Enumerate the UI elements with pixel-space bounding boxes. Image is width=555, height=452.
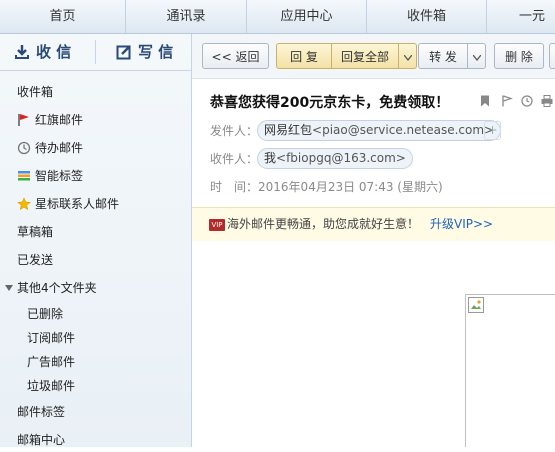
sidebar-item-mailbox-center[interactable]: 邮箱中心 (0, 428, 191, 452)
sidebar-item-mail-tags[interactable]: 邮件标签 (0, 400, 191, 424)
vip-notice-bar: VIP 海外邮件更畅通，助您成就好生意！ 升级VIP>> (192, 207, 555, 242)
recipient-address: <fbiopgq@163.com> (276, 151, 406, 165)
tab-label: 首页 (49, 9, 76, 24)
tab-label: 通讯录 (166, 9, 206, 24)
reply-all-button[interactable]: 回复全部 (331, 43, 399, 69)
to-label: 收件人： (210, 152, 259, 166)
tab-label: 收件箱 (406, 9, 446, 24)
sidebar-item-label: 待办邮件 (35, 141, 84, 155)
tab-home[interactable]: 首页 (0, 0, 126, 33)
edit-icon (116, 45, 131, 60)
sidebar-item-label: 广告邮件 (27, 355, 76, 369)
star-icon (17, 197, 31, 211)
time-label: 时 间： (210, 180, 259, 194)
chevron-down-icon (402, 54, 413, 62)
write-label: 写 信 (138, 43, 174, 61)
sidebar-item-todo[interactable]: 待办邮件 (0, 136, 191, 160)
sidebar-item-sent[interactable]: 已发送 (0, 248, 191, 272)
tags-stack-icon (18, 171, 30, 181)
email-header: 恭喜您获得200元京东卡，免费领取！ 发件人： 网易红包<piao@servic… (192, 79, 555, 207)
back-button[interactable]: << 返回 (202, 43, 269, 69)
sidebar-item-deleted[interactable]: 已删除 (0, 302, 191, 326)
write-button[interactable]: 写 信 (116, 34, 173, 70)
reply-all-label: 回复全部 (340, 50, 389, 64)
vip-badge-icon: VIP (209, 219, 225, 231)
tab-label: 应用中心 (280, 9, 333, 24)
sidebar-item-label: 垃圾邮件 (27, 379, 76, 393)
sidebar-item-starred-contacts[interactable]: 星标联系人邮件 (0, 192, 191, 216)
upgrade-vip-link[interactable]: 升级VIP>> (430, 208, 493, 241)
more-button[interactable] (549, 43, 555, 69)
sidebar-item-label: 收件箱 (17, 85, 54, 99)
email-body (192, 241, 555, 447)
sidebar: 收 信 写 信 收件箱 红旗邮件 待办邮件 智能标签 星标联系人邮件 草稿箱 已… (0, 34, 192, 447)
compose-bar: 收 信 写 信 (0, 34, 191, 71)
top-navigation: 首页 通讯录 应用中心 收件箱 一元夺 (0, 0, 555, 57)
forward-dropdown-button[interactable] (467, 43, 486, 69)
sidebar-item-label: 已发送 (17, 253, 54, 267)
forward-button[interactable]: 转 发 (418, 43, 468, 69)
from-row: 发件人： 网易红包<piao@service.netease.com> + (210, 120, 502, 142)
sidebar-item-subscriptions[interactable]: 订阅邮件 (0, 326, 191, 350)
add-contact-icon[interactable]: + (484, 121, 501, 140)
sender-chip[interactable]: 网易红包<piao@service.netease.com> (257, 120, 502, 141)
sidebar-item-drafts[interactable]: 草稿箱 (0, 220, 191, 244)
sidebar-item-inbox[interactable]: 收件箱 (0, 80, 191, 104)
broken-image-icon (468, 297, 484, 313)
tab-inbox[interactable]: 收件箱 (367, 0, 487, 33)
sidebar-item-label: 其他4个文件夹 (17, 281, 97, 295)
download-icon (15, 45, 29, 59)
sender-address: <piao@service.netease.com> (312, 123, 495, 137)
sidebar-item-ads[interactable]: 广告邮件 (0, 350, 191, 374)
clock-icon (17, 141, 31, 155)
sidebar-item-flagged[interactable]: 红旗邮件 (0, 108, 191, 132)
sender-name: 网易红包 (264, 123, 313, 137)
back-label: << 返回 (211, 50, 260, 64)
sidebar-item-label: 订阅邮件 (27, 331, 76, 345)
email-subject: 恭喜您获得200元京东卡，免费领取！ (210, 95, 450, 111)
forward-label: 转 发 (429, 50, 457, 64)
reply-button[interactable]: 回 复 (276, 43, 332, 69)
sidebar-item-smart-tags[interactable]: 智能标签 (0, 164, 191, 188)
print-icon[interactable] (541, 95, 553, 107)
sidebar-item-label: 邮件标签 (17, 405, 66, 419)
recipient-name: 我 (264, 151, 277, 165)
sidebar-item-other-folders[interactable]: 其他4个文件夹 (0, 276, 191, 300)
reply-dropdown-button[interactable] (398, 43, 417, 69)
time-row: 时 间：2016年04月23日 07:43 (星期六) (210, 176, 443, 198)
sidebar-item-label: 邮箱中心 (17, 433, 66, 447)
sidebar-item-label: 已删除 (27, 307, 64, 321)
time-value: 2016年04月23日 07:43 (星期六) (258, 180, 443, 194)
receive-label: 收 信 (36, 43, 72, 61)
from-label: 发件人： (210, 124, 259, 138)
broken-image[interactable] (465, 294, 555, 447)
receive-button[interactable]: 收 信 (14, 34, 71, 70)
to-row: 收件人： 我<fbiopgq@163.com> (210, 148, 413, 170)
tab-app-center[interactable]: 应用中心 (247, 0, 367, 33)
compose-divider (95, 40, 96, 64)
sidebar-item-label: 星标联系人邮件 (35, 197, 120, 211)
sidebar-item-label: 智能标签 (35, 169, 84, 183)
delete-label: 删 除 (505, 50, 533, 64)
notice-text: 海外邮件更畅通，助您成就好生意！ (227, 217, 420, 231)
recipient-chip[interactable]: 我<fbiopgq@163.com> (257, 148, 413, 169)
delete-button[interactable]: 删 除 (494, 43, 544, 69)
chevron-down-icon (471, 54, 482, 62)
reply-label: 回 复 (290, 50, 318, 64)
caret-down-icon (5, 285, 13, 291)
clock-icon[interactable] (521, 95, 533, 107)
flag-icon[interactable] (501, 95, 513, 107)
red-flag-icon (18, 114, 29, 126)
sidebar-item-label: 红旗邮件 (35, 113, 84, 127)
tab-one-yuan[interactable]: 一元夺 (487, 0, 555, 57)
bookmark-icon[interactable] (479, 95, 491, 107)
mail-toolbar: << 返回 回 复 回复全部 转 发 删 除 (192, 34, 555, 79)
sidebar-item-spam[interactable]: 垃圾邮件 (0, 374, 191, 398)
sidebar-item-label: 草稿箱 (17, 225, 54, 239)
tab-contacts[interactable]: 通讯录 (126, 0, 247, 33)
